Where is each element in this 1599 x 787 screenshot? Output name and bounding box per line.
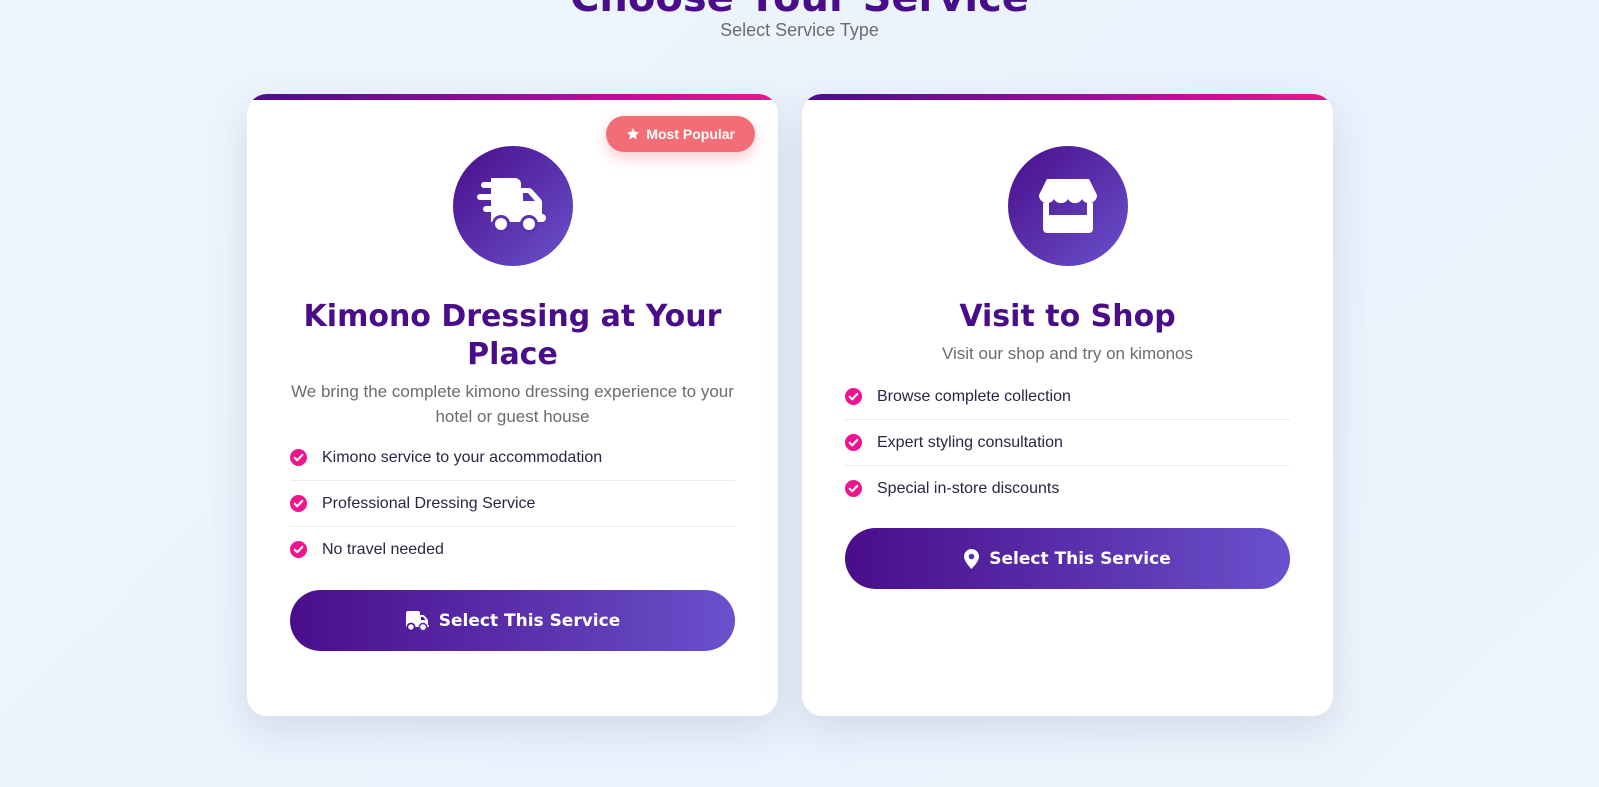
check-circle-icon — [845, 480, 862, 497]
page-subtitle: Select Service Type — [720, 20, 879, 40]
location-pin-icon — [964, 548, 980, 569]
check-circle-icon — [290, 449, 307, 466]
page-title: Choose Your Service — [0, 0, 1599, 18]
check-circle-icon — [845, 434, 862, 451]
service-icon-circle — [452, 146, 573, 266]
feature-item: Expert styling consultation — [845, 420, 1290, 466]
star-icon — [627, 128, 640, 140]
check-circle-icon — [290, 541, 307, 558]
feature-text: Kimono service to your accommodation — [322, 448, 603, 466]
select-service-button[interactable]: Select This Service — [845, 528, 1290, 589]
most-popular-badge: Most Popular — [606, 116, 755, 152]
feature-text: Professional Dressing Service — [322, 494, 536, 512]
card-title: Visit to Shop — [959, 299, 1176, 334]
service-icon-circle — [1007, 146, 1128, 266]
card-description: Visit our shop and try on kimonos — [941, 344, 1194, 363]
service-card-shop-visit[interactable]: Visit to Shop Visit our shop and try on … — [802, 94, 1333, 716]
feature-list: Kimono service to your accommodation Pro… — [290, 435, 735, 572]
feature-text: Browse complete collection — [877, 387, 1071, 405]
badge-label: Most Popular — [646, 126, 735, 142]
card-description: We bring the complete kimono dressing ex… — [291, 382, 734, 426]
feature-text: Special in-store discounts — [877, 479, 1060, 497]
feature-item: No travel needed — [290, 527, 735, 572]
card-accent-bar — [802, 94, 1333, 100]
button-label: Select This Service — [438, 610, 621, 631]
check-circle-icon — [845, 388, 862, 405]
select-service-button[interactable]: Select This Service — [290, 590, 735, 651]
card-title: Kimono Dressing at Your Place — [303, 299, 722, 372]
check-circle-icon — [290, 495, 307, 512]
feature-text: Expert styling consultation — [877, 433, 1063, 451]
feature-item: Kimono service to your accommodation — [290, 435, 735, 481]
feature-text: No travel needed — [322, 540, 444, 558]
shop-icon — [1038, 179, 1097, 233]
feature-item: Browse complete collection — [845, 374, 1290, 420]
truck-fast-icon — [476, 178, 546, 233]
truck-icon — [405, 610, 429, 631]
feature-item: Professional Dressing Service — [290, 481, 735, 527]
service-card-home-visit[interactable]: Most Popular Kimono Dressing at Your Pla… — [247, 94, 778, 716]
feature-item: Special in-store discounts — [845, 466, 1290, 511]
button-label: Select This Service — [989, 548, 1171, 569]
feature-list: Browse complete collection Expert stylin… — [845, 374, 1290, 511]
card-accent-bar — [247, 94, 778, 100]
